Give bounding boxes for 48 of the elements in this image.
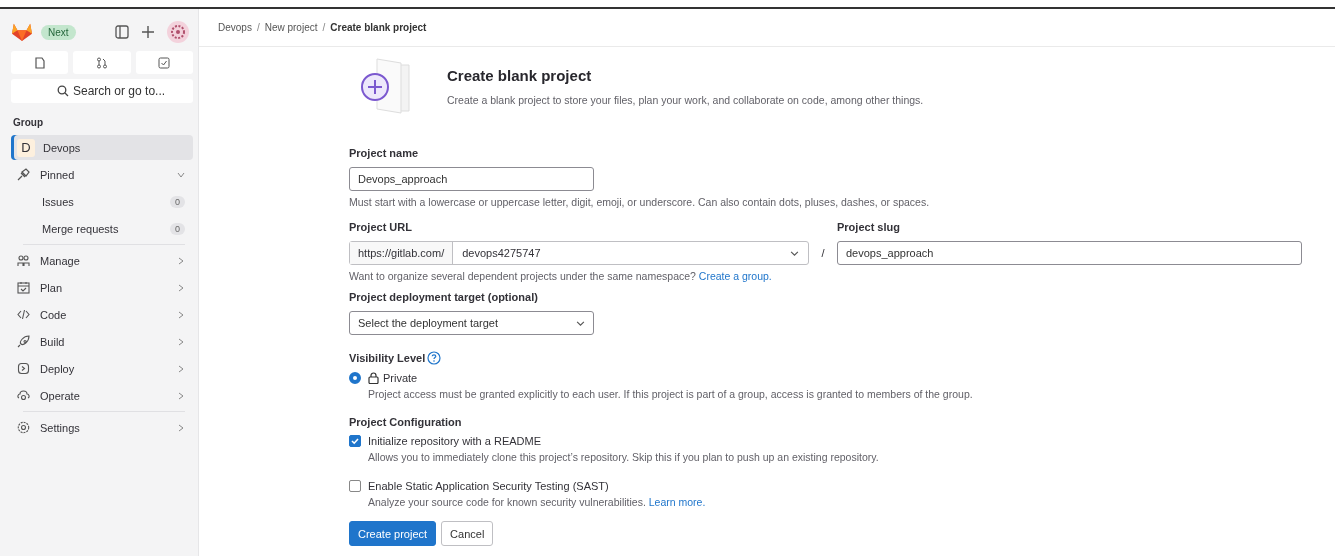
field-label: Visibility Level — [349, 352, 426, 364]
field-label: Project slug — [837, 221, 901, 233]
breadcrumb-link[interactable]: New project — [264, 22, 318, 33]
count-badge: 0 — [170, 222, 185, 235]
sidebar-item[interactable]: Operate — [11, 383, 193, 408]
help-text: Must start with a lowercase or uppercase letter, digit, emoji, or underscore. Can also contain dots, pluses, dashes, or spaces. — [349, 196, 931, 208]
project-slug-field[interactable]: devops_approach — [837, 241, 1302, 265]
url-separator: / — [820, 246, 826, 261]
option-description: Allows you to immediately clone this project’s repository. Skip this if you plan to push up an existing repository. — [368, 451, 879, 463]
field-label: Project name — [349, 147, 420, 159]
field-label: Project Configuration — [349, 416, 463, 428]
breadcrumb-separator: / — [256, 22, 260, 33]
page-title: Create blank project — [447, 66, 593, 84]
sidebar-item[interactable]: Issues 0 — [11, 189, 193, 214]
sidebar-item[interactable]: Settings — [11, 415, 193, 440]
sidebar-item[interactable]: Merge requests 0 — [11, 216, 193, 241]
breadcrumb-separator: / — [322, 22, 326, 33]
field-label: Project deployment target (optional) — [349, 291, 539, 303]
learn-more-link[interactable]: Learn more. — [648, 496, 706, 508]
count-badge: 0 — [170, 195, 185, 208]
breadcrumb-link[interactable]: Devops — [218, 22, 252, 33]
help-text: Want to organize several dependent projects under the same namespace? Create a group. — [349, 270, 773, 282]
sidebar-item[interactable]: Code — [11, 302, 193, 327]
cancel-button[interactable]: Cancel — [441, 521, 494, 546]
search-field[interactable]: Search or go to... — [11, 79, 193, 103]
deployment-target-dropdown[interactable]: Select the deployment target — [349, 311, 594, 335]
create-group-link[interactable]: Create a group. — [698, 270, 772, 282]
sidebar-item[interactable]: D Devops — [11, 135, 193, 160]
field-label: Project URL — [349, 221, 413, 233]
option-label: Initialize repository with a README — [368, 434, 542, 448]
sidebar-item[interactable]: Pinned — [11, 162, 193, 187]
create-project-button[interactable]: Create project — [349, 521, 437, 546]
page-description: Create a blank project to store your files, plan your work, and collaborate on code, among other things. — [447, 93, 924, 106]
option-label: Enable Static Application Security Testing (SAST) — [368, 479, 610, 493]
next-badge: Next — [41, 24, 76, 40]
sidebar-item[interactable]: Deploy — [11, 356, 193, 381]
breadcrumb-current: Create blank project — [330, 22, 427, 33]
namespace-dropdown[interactable]: devops4275747 — [453, 242, 808, 264]
project-name-field[interactable]: Devops_approach — [349, 167, 594, 191]
group-avatar: D — [17, 138, 35, 157]
sidebar-item[interactable]: Build — [11, 329, 193, 354]
sidebar-item[interactable]: Plan — [11, 275, 193, 300]
option-label: Private — [383, 372, 418, 384]
option-description: Analyze your source code for known security vulnerabilities. Learn more. — [368, 496, 706, 508]
section-heading: Group — [13, 117, 44, 128]
sidebar-item[interactable]: Manage — [11, 248, 193, 273]
option-description: Project access must be granted explicitly to each user. If this project is part of a group, access is granted to members of the group. — [368, 388, 973, 400]
url-prefix: https://gitlab.com/ — [350, 242, 454, 264]
